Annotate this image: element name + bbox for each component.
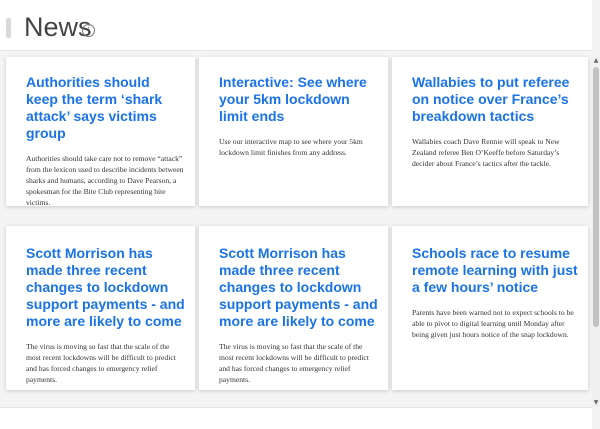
news-card[interactable]: Wallabies to put referee on notice over …	[392, 57, 588, 206]
news-card-summary: Parents have been warned not to expect s…	[412, 308, 574, 339]
news-card-title[interactable]: Authorities should keep the term ‘shark …	[26, 57, 185, 142]
news-card[interactable]: Scott Morrison has made three recent cha…	[199, 226, 388, 390]
news-card-title[interactable]: Schools race to resume remote learning w…	[412, 226, 578, 296]
news-card[interactable]: Interactive: See where your 5km lockdown…	[199, 57, 388, 206]
news-card-summary: The virus is moving so fast that the sca…	[26, 342, 176, 384]
news-card[interactable]: Schools race to resume remote learning w…	[392, 226, 588, 390]
news-card-title[interactable]: Wallabies to put referee on notice over …	[412, 57, 578, 125]
scroll-down-arrow-icon[interactable]: ▼	[592, 399, 600, 407]
scroll-up-arrow-icon[interactable]: ▲	[592, 57, 600, 65]
scrollbar-thumb[interactable]	[593, 67, 599, 327]
info-icon[interactable]: i	[82, 24, 95, 37]
next-section-strip	[0, 407, 592, 429]
news-card-title[interactable]: Scott Morrison has made three recent cha…	[219, 226, 378, 330]
news-panel: News i Authorities should keep the term …	[0, 0, 592, 429]
news-card-summary: Authorities should take care not to remo…	[26, 154, 184, 207]
news-card-title[interactable]: Interactive: See where your 5km lockdown…	[219, 57, 378, 125]
news-header: News i	[0, 0, 592, 51]
header-accent-bar	[6, 18, 11, 38]
news-card[interactable]: Authorities should keep the term ‘shark …	[6, 57, 195, 207]
news-card[interactable]: Scott Morrison has made three recent cha…	[6, 226, 195, 390]
news-card-title[interactable]: Scott Morrison has made three recent cha…	[26, 226, 185, 330]
news-card-summary: Use our interactive map to see where you…	[219, 137, 363, 157]
vertical-scrollbar[interactable]: ▲ ▼	[592, 57, 600, 407]
news-card-summary: Wallabies coach Dave Rennie will speak t…	[412, 137, 560, 168]
news-card-summary: The virus is moving so fast that the sca…	[219, 342, 369, 384]
